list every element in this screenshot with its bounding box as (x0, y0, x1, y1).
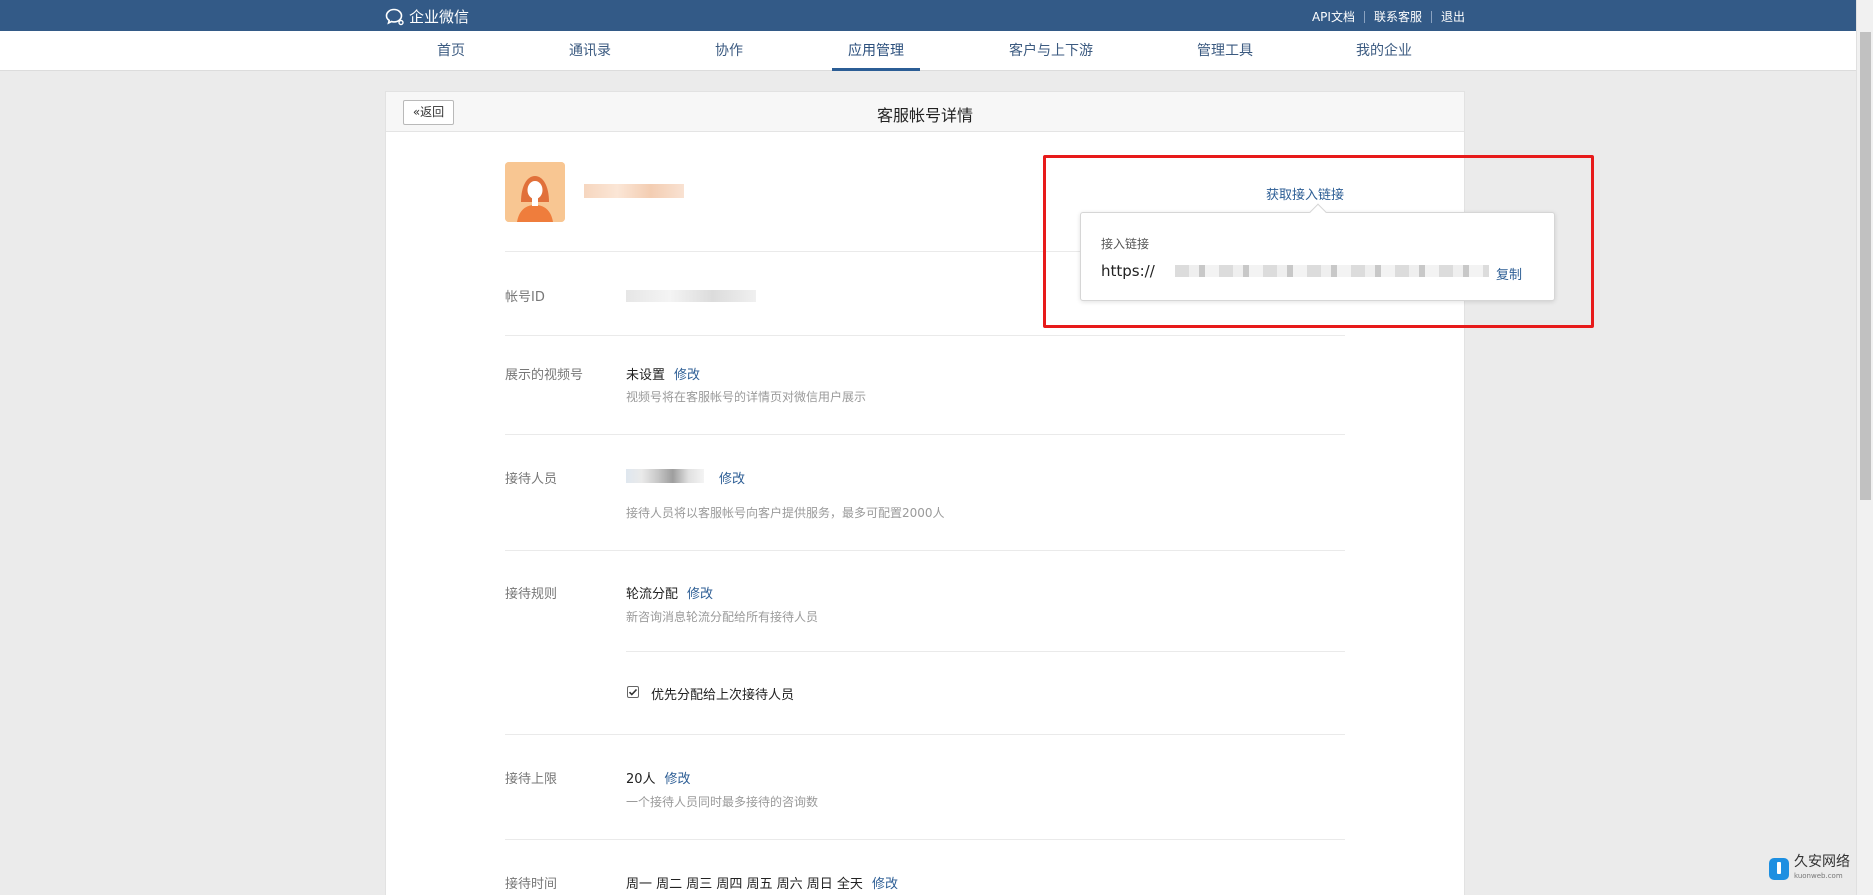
top-links: API文档 联系客服 退出 (1312, 8, 1465, 25)
watermark-name: 久安网络 (1794, 854, 1850, 870)
video-hint: 视频号将在客服帐号的详情页对微信用户展示 (626, 390, 867, 404)
edit-rule-link[interactable]: 修改 (687, 587, 713, 602)
limit-hint: 一个接待人员同时最多接待的咨询数 (626, 795, 819, 809)
nav-item-contacts[interactable]: 通讯录 (569, 31, 611, 71)
watermark-text: 久安网络 kuonweb.com (1794, 855, 1850, 883)
account-id-blurred (626, 290, 756, 302)
watermark: 久安网络 kuonweb.com (1768, 855, 1850, 883)
divider (505, 434, 1345, 435)
watermark-logo-icon (1769, 858, 1789, 880)
watermark-domain: kuonweb.com (1794, 872, 1843, 880)
nav-item-my-enterprise[interactable]: 我的企业 (1356, 31, 1412, 71)
highlight-box (1043, 155, 1594, 328)
time-value-text: 周一 周二 周三 周四 周五 周六 周日 全天 (626, 877, 863, 892)
separator (1363, 10, 1365, 23)
avatar (505, 162, 565, 222)
divider (505, 335, 1345, 336)
time-label: 接待时间 (505, 877, 558, 892)
video-label: 展示的视频号 (505, 368, 584, 383)
nav-item-management-tools[interactable]: 管理工具 (1197, 31, 1253, 71)
nav-item-customers[interactable]: 客户与上下游 (1009, 31, 1093, 71)
priority-checkbox[interactable] (627, 686, 639, 698)
divider (505, 839, 1345, 840)
divider (505, 734, 1345, 735)
edit-time-link[interactable]: 修改 (872, 877, 898, 892)
priority-label[interactable]: 优先分配给上次接待人员 (651, 684, 794, 703)
scrollbar-thumb[interactable] (1860, 32, 1871, 500)
edit-limit-link[interactable]: 修改 (665, 772, 691, 787)
contact-support-link[interactable]: 联系客服 (1374, 8, 1422, 25)
edit-video-link[interactable]: 修改 (674, 368, 700, 383)
logout-link[interactable]: 退出 (1441, 8, 1465, 25)
logo[interactable]: 企业微信 (385, 6, 469, 27)
wecom-logo-icon (385, 8, 404, 25)
api-docs-link[interactable]: API文档 (1312, 8, 1355, 25)
logo-text: 企业微信 (409, 8, 470, 26)
checkmark-icon (628, 688, 638, 696)
nav-item-home[interactable]: 首页 (437, 31, 465, 71)
card-header: «返回 客服帐号详情 (386, 92, 1464, 132)
top-bar: 企业微信 API文档 联系客服 退出 (0, 0, 1873, 31)
video-value: 未设置 修改 (626, 364, 700, 383)
avatar-person-icon (505, 162, 565, 222)
account-name-blurred (584, 184, 684, 198)
separator (1430, 10, 1432, 23)
divider (505, 550, 1345, 551)
account-id-label: 帐号ID (505, 290, 545, 305)
staff-hint: 接待人员将以客服帐号向客户提供服务，最多可配置2000人 (626, 506, 945, 520)
rule-label: 接待规则 (505, 587, 558, 602)
staff-label: 接待人员 (505, 472, 558, 487)
edit-staff-link[interactable]: 修改 (719, 468, 745, 487)
limit-value: 20人 修改 (626, 768, 691, 787)
nav-item-collaboration[interactable]: 协作 (715, 31, 743, 71)
rule-value: 轮流分配 修改 (626, 583, 713, 602)
page-title: 客服帐号详情 (876, 106, 973, 125)
time-value: 周一 周二 周三 周四 周五 周六 周日 全天 修改 (626, 873, 898, 892)
nav-item-app-management[interactable]: 应用管理 (848, 31, 904, 71)
main-nav: 首页 通讯录 协作 应用管理 客户与上下游 管理工具 我的企业 (0, 31, 1856, 71)
staff-list-blurred (626, 469, 704, 483)
nav-active-indicator (832, 68, 920, 71)
rule-value-text: 轮流分配 (626, 587, 679, 602)
limit-label: 接待上限 (505, 772, 558, 787)
rule-hint: 新咨询消息轮流分配给所有接待人员 (626, 610, 819, 624)
page-scrollbar[interactable] (1856, 0, 1873, 895)
video-value-text: 未设置 (626, 368, 666, 383)
divider (626, 651, 1345, 652)
limit-value-text: 20人 (626, 772, 656, 787)
